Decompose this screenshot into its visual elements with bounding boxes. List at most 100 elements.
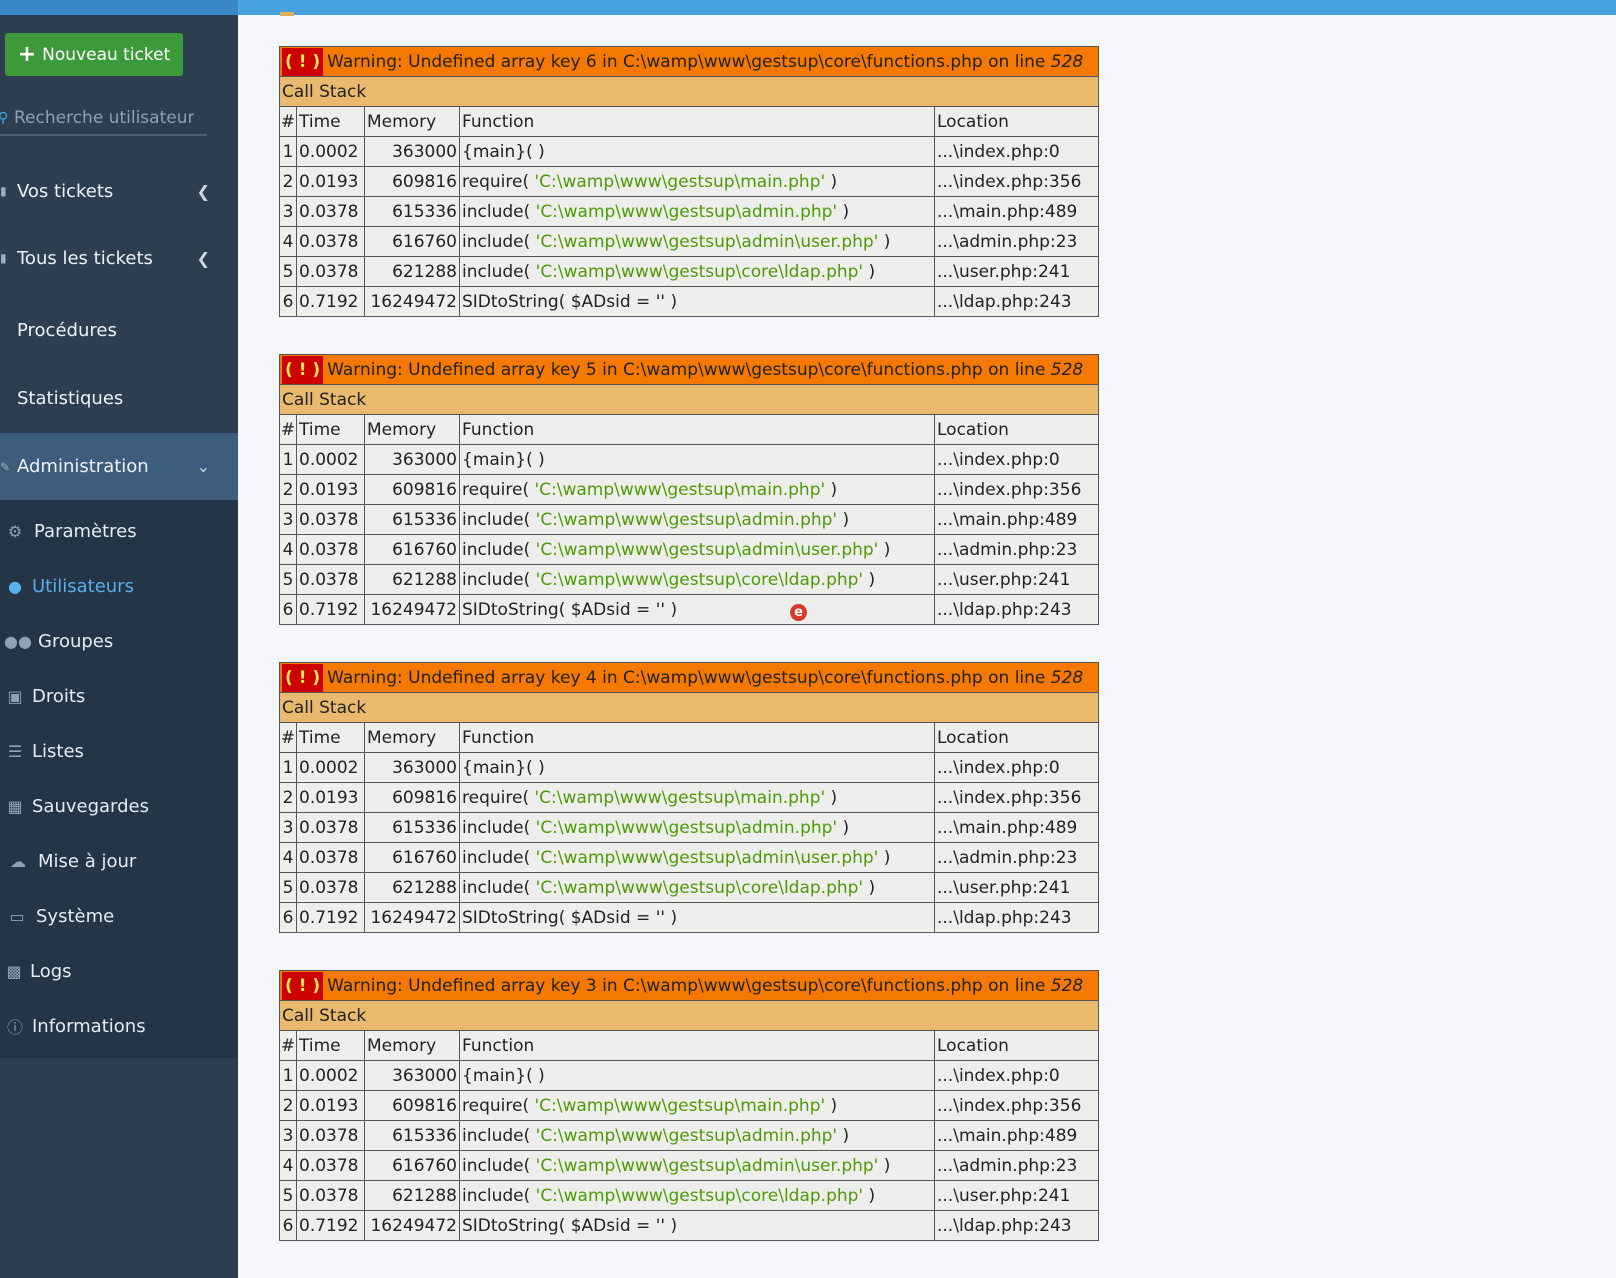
row-time: 0.0002 bbox=[296, 444, 365, 475]
warning-message: Warning: Undefined array key 5 in C:\wam… bbox=[327, 359, 1051, 380]
nav-tous-les-tickets[interactable]: ▮ Tous les tickets ❮ bbox=[0, 238, 238, 278]
row-function: require( 'C:\wamp\www\gestsup\main.php' … bbox=[459, 166, 935, 197]
function-name: include( bbox=[462, 1125, 536, 1146]
table-row: 2 0.0193 609816 require( 'C:\wamp\www\gests… bbox=[279, 782, 1099, 813]
admin-item-droits[interactable]: ▣ Droits bbox=[0, 676, 238, 716]
row-index: 2 bbox=[279, 782, 297, 813]
column-header: Function bbox=[459, 414, 935, 445]
row-index: 2 bbox=[279, 1090, 297, 1121]
lock-icon: ▣ bbox=[7, 686, 23, 706]
row-function: {main}( ) bbox=[459, 444, 935, 475]
function-name: include( bbox=[462, 509, 536, 530]
admin-item-parametres[interactable]: ⚙ Paramètres bbox=[0, 511, 238, 551]
row-function: require( 'C:\wamp\www\gestsup\main.php' … bbox=[459, 1090, 935, 1121]
nav-administration[interactable]: ✎ Administration ⌄ bbox=[0, 433, 238, 500]
warning-icon: ( ! ) bbox=[282, 47, 324, 76]
row-memory: 621288 bbox=[364, 1180, 460, 1211]
sidebar: + Nouveau ticket ⚲ ▮ Vos tickets ❮ ▮ Tou… bbox=[0, 0, 238, 1278]
function-argument: 'C:\wamp\www\gestsup\main.php' bbox=[534, 1095, 826, 1116]
info-icon: ⓘ bbox=[6, 1018, 23, 1037]
row-function: SIDtoString( $ADsid = '' ) bbox=[459, 286, 935, 317]
function-argument: 'C:\wamp\www\gestsup\main.php' bbox=[534, 787, 826, 808]
users-icon: ●● bbox=[4, 631, 32, 651]
call-stack-label: Call Stack bbox=[279, 384, 1099, 415]
row-location: ...\index.php:356 bbox=[934, 166, 1099, 197]
admin-item-label: Listes bbox=[32, 740, 84, 762]
nav-vos-tickets[interactable]: ▮ Vos tickets ❮ bbox=[0, 171, 238, 211]
column-header: Memory bbox=[364, 414, 460, 445]
row-memory: 609816 bbox=[364, 166, 460, 197]
function-name: {main}( ) bbox=[462, 1065, 545, 1086]
row-index: 2 bbox=[279, 474, 297, 505]
row-time: 0.0378 bbox=[296, 842, 365, 873]
function-argument: 'C:\wamp\www\gestsup\admin.php' bbox=[535, 1125, 838, 1146]
wrench-icon: ✎ bbox=[0, 459, 11, 474]
row-index: 6 bbox=[279, 902, 297, 933]
row-location: ...\main.php:489 bbox=[934, 812, 1099, 843]
function-argument: 'C:\wamp\www\gestsup\core\ldap.php' bbox=[535, 261, 864, 282]
new-ticket-button[interactable]: + Nouveau ticket bbox=[5, 33, 183, 76]
warning-header: ( ! ) Warning: Undefined array key 4 in C… bbox=[279, 662, 1099, 693]
admin-item-label: Logs bbox=[30, 960, 72, 982]
row-function: include( 'C:\wamp\www\gestsup\core\ldap.… bbox=[459, 564, 935, 595]
nav-statistiques[interactable]: Statistiques bbox=[0, 378, 238, 418]
column-header: Location bbox=[934, 414, 1099, 445]
table-row: 4 0.0378 616760 include( 'C:\wamp\www\gests… bbox=[279, 1150, 1099, 1181]
table-row: 6 0.7192 16249472 SIDtoString( $ADsid = '' … bbox=[279, 594, 1099, 625]
sidebar-top-strip bbox=[0, 0, 238, 15]
warning-message: Warning: Undefined array key 6 in C:\wam… bbox=[327, 51, 1051, 72]
function-name: include( bbox=[462, 847, 536, 868]
row-memory: 363000 bbox=[364, 752, 460, 783]
xdebug-warning-table: ( ! ) Warning: Undefined array key 3 in C… bbox=[279, 970, 1099, 1241]
row-time: 0.0193 bbox=[296, 474, 365, 505]
admin-item-groupes[interactable]: ●● Groupes bbox=[0, 621, 238, 661]
row-time: 0.0193 bbox=[296, 782, 365, 813]
warning-line-number: 528 bbox=[1050, 51, 1084, 72]
warning-message: Warning: Undefined array key 4 in C:\wam… bbox=[327, 667, 1051, 688]
row-index: 6 bbox=[279, 286, 297, 317]
row-index: 1 bbox=[279, 752, 297, 783]
row-location: ...\user.php:241 bbox=[934, 872, 1099, 903]
table-row: 6 0.7192 16249472 SIDtoString( $ADsid = '' … bbox=[279, 1210, 1099, 1241]
admin-item-label: Mise à jour bbox=[38, 850, 137, 872]
row-location: ...\index.php:0 bbox=[934, 136, 1099, 167]
user-search-input[interactable] bbox=[14, 108, 194, 128]
admin-item-mise-a-jour[interactable]: ☁ Mise à jour bbox=[0, 841, 238, 881]
row-memory: 615336 bbox=[364, 196, 460, 227]
row-location: ...\user.php:241 bbox=[934, 1180, 1099, 1211]
function-name: include( bbox=[462, 231, 536, 252]
row-function: include( 'C:\wamp\www\gestsup\admin\user… bbox=[459, 1150, 935, 1181]
ticket-icon: ▮ bbox=[0, 184, 7, 198]
admin-item-label: Paramètres bbox=[34, 520, 137, 542]
call-stack-label: Call Stack bbox=[279, 692, 1099, 723]
admin-item-sauvegardes[interactable]: ▦ Sauvegardes bbox=[0, 786, 238, 826]
error-badge[interactable]: e bbox=[790, 604, 807, 621]
row-function: include( 'C:\wamp\www\gestsup\admin.php'… bbox=[459, 504, 935, 535]
user-search: ⚲ bbox=[0, 102, 207, 136]
row-location: ...\main.php:489 bbox=[934, 196, 1099, 227]
admin-item-systeme[interactable]: ▭ Système bbox=[0, 896, 238, 936]
row-index: 5 bbox=[279, 256, 297, 287]
warning-line-number: 528 bbox=[1050, 359, 1084, 380]
admin-item-utilisateurs[interactable]: ● Utilisateurs bbox=[0, 566, 238, 606]
row-location: ...\admin.php:23 bbox=[934, 226, 1099, 257]
row-time: 0.0378 bbox=[296, 812, 365, 843]
function-name: include( bbox=[462, 539, 536, 560]
row-memory: 615336 bbox=[364, 812, 460, 843]
search-icon: ⚲ bbox=[0, 110, 9, 126]
column-header: Location bbox=[934, 1030, 1099, 1061]
function-argument: 'C:\wamp\www\gestsup\admin\user.php' bbox=[535, 539, 879, 560]
admin-item-informations[interactable]: ⓘ Informations bbox=[0, 1006, 238, 1046]
row-time: 0.0378 bbox=[296, 504, 365, 535]
function-name: {main}( ) bbox=[462, 757, 545, 778]
function-argument: 'C:\wamp\www\gestsup\admin.php' bbox=[535, 817, 838, 838]
table-row: 5 0.0378 621288 include( 'C:\wamp\www\gests… bbox=[279, 1180, 1099, 1211]
nav-procedures[interactable]: Procédures bbox=[0, 310, 238, 350]
admin-item-logs[interactable]: ▩ Logs bbox=[0, 951, 238, 991]
row-index: 4 bbox=[279, 226, 297, 257]
admin-item-listes[interactable]: ☰ Listes bbox=[0, 731, 238, 771]
warning-message: Warning: Undefined array key 3 in C:\wam… bbox=[327, 975, 1051, 996]
column-header: Location bbox=[934, 722, 1099, 753]
row-index: 5 bbox=[279, 872, 297, 903]
row-function: include( 'C:\wamp\www\gestsup\admin\user… bbox=[459, 842, 935, 873]
